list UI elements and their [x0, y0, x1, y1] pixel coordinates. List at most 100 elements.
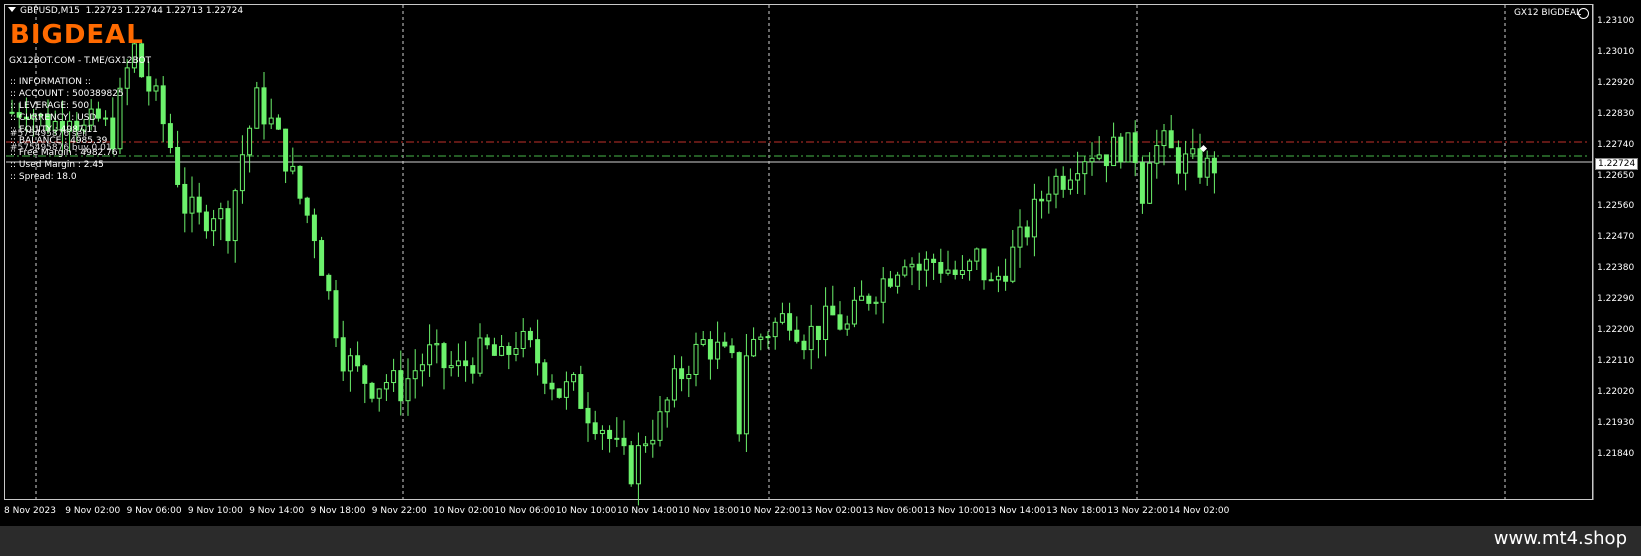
- candle: [369, 381, 375, 403]
- candle-body: [707, 339, 713, 360]
- candle: [398, 350, 404, 416]
- candle-body: [1132, 132, 1138, 163]
- candle: [419, 353, 425, 387]
- candle-body: [499, 345, 505, 356]
- candle: [1046, 176, 1052, 214]
- candle-body: [1010, 246, 1016, 282]
- candle-body: [542, 362, 548, 384]
- candle-body: [729, 345, 735, 354]
- candle-body: [275, 117, 281, 130]
- candle-body: [355, 355, 361, 367]
- candle: [1154, 129, 1160, 179]
- candle-body: [765, 336, 771, 339]
- candle: [988, 272, 994, 282]
- candle-body: [1053, 175, 1059, 195]
- candle-body: [153, 85, 159, 92]
- candle: [441, 341, 447, 390]
- candle-body: [455, 360, 461, 367]
- candle-body: [391, 370, 397, 384]
- candle: [455, 343, 461, 377]
- candle-body: [563, 381, 569, 398]
- candle: [275, 114, 281, 130]
- candle-body: [844, 323, 850, 330]
- candle-body: [887, 278, 893, 287]
- candle: [247, 125, 253, 173]
- candle-body: [1175, 147, 1181, 174]
- candle-body: [1204, 157, 1210, 178]
- candle-body: [261, 87, 267, 125]
- candle: [412, 349, 418, 399]
- candle-body: [427, 344, 433, 366]
- candle-body: [880, 278, 886, 303]
- candle-body: [103, 117, 109, 120]
- candle-body: [247, 127, 253, 156]
- candle-body: [326, 274, 332, 292]
- candle-body: [218, 208, 224, 220]
- candle-body: [837, 314, 843, 330]
- candle-body: [592, 422, 598, 435]
- chart-window[interactable]: GBPUSD,M15 1.22723 1.22744 1.22713 1.227…: [0, 0, 1641, 526]
- candle: [866, 293, 872, 311]
- candle-body: [175, 146, 181, 185]
- candle-body: [866, 295, 872, 304]
- candle-body: [254, 87, 260, 129]
- candle: [319, 236, 325, 276]
- candle-body: [419, 364, 425, 372]
- price-tick: 1.22020: [1597, 386, 1635, 397]
- candle-body: [686, 374, 692, 380]
- candle: [945, 250, 951, 276]
- candle: [707, 331, 713, 380]
- candle-body: [902, 266, 908, 276]
- candle-body: [196, 196, 202, 213]
- candle: [1075, 151, 1081, 194]
- price-tick: 1.22830: [1597, 108, 1635, 119]
- candle: [1190, 128, 1196, 160]
- candle-body: [909, 263, 915, 268]
- candle: [535, 319, 541, 376]
- caret-down-icon[interactable]: [8, 7, 16, 12]
- candle-body: [995, 275, 1001, 281]
- candle-body: [621, 437, 627, 447]
- time-tick: 13 Nov 14:00: [984, 506, 1046, 516]
- candle-body: [1183, 153, 1189, 174]
- candle: [427, 324, 433, 377]
- time-tick: 10 Nov 18:00: [678, 506, 739, 516]
- candle: [700, 330, 706, 347]
- candle-body: [1003, 275, 1009, 282]
- candle: [657, 395, 663, 447]
- candles: [9, 40, 1217, 506]
- candle: [614, 417, 620, 448]
- candle-body: [614, 437, 620, 440]
- time-tick: 9 Nov 10:00: [187, 506, 243, 516]
- candle-body: [513, 347, 519, 355]
- candle: [758, 333, 764, 351]
- info-line: :: INFORMATION ::: [10, 77, 91, 87]
- price-tick: 1.22920: [1597, 77, 1635, 88]
- candle-body: [743, 355, 749, 435]
- candle-body: [1147, 162, 1153, 204]
- candle-body: [304, 197, 310, 216]
- candle-body: [167, 123, 173, 148]
- candle: [203, 204, 209, 239]
- candle: [851, 286, 857, 328]
- candle: [189, 176, 195, 233]
- candle: [571, 372, 577, 391]
- candle: [103, 110, 109, 127]
- candle: [1060, 166, 1066, 198]
- site-link: GX12BOT.COM - T.ME/GX12BOT: [9, 56, 152, 66]
- candle: [290, 147, 296, 175]
- candle: [196, 182, 202, 225]
- candle-body: [556, 388, 562, 398]
- price-tick: 1.21840: [1597, 448, 1635, 459]
- candle-body: [448, 365, 454, 369]
- candle: [938, 248, 944, 283]
- time-tick: 13 Nov 06:00: [862, 506, 923, 516]
- candle-body: [1190, 148, 1196, 155]
- candle: [686, 365, 692, 398]
- price-tick: 1.22560: [1597, 201, 1635, 212]
- candle-body: [1154, 145, 1160, 164]
- candle: [391, 358, 397, 392]
- candle: [506, 342, 512, 370]
- candle: [153, 78, 159, 101]
- price-chart[interactable]: [0, 0, 1641, 526]
